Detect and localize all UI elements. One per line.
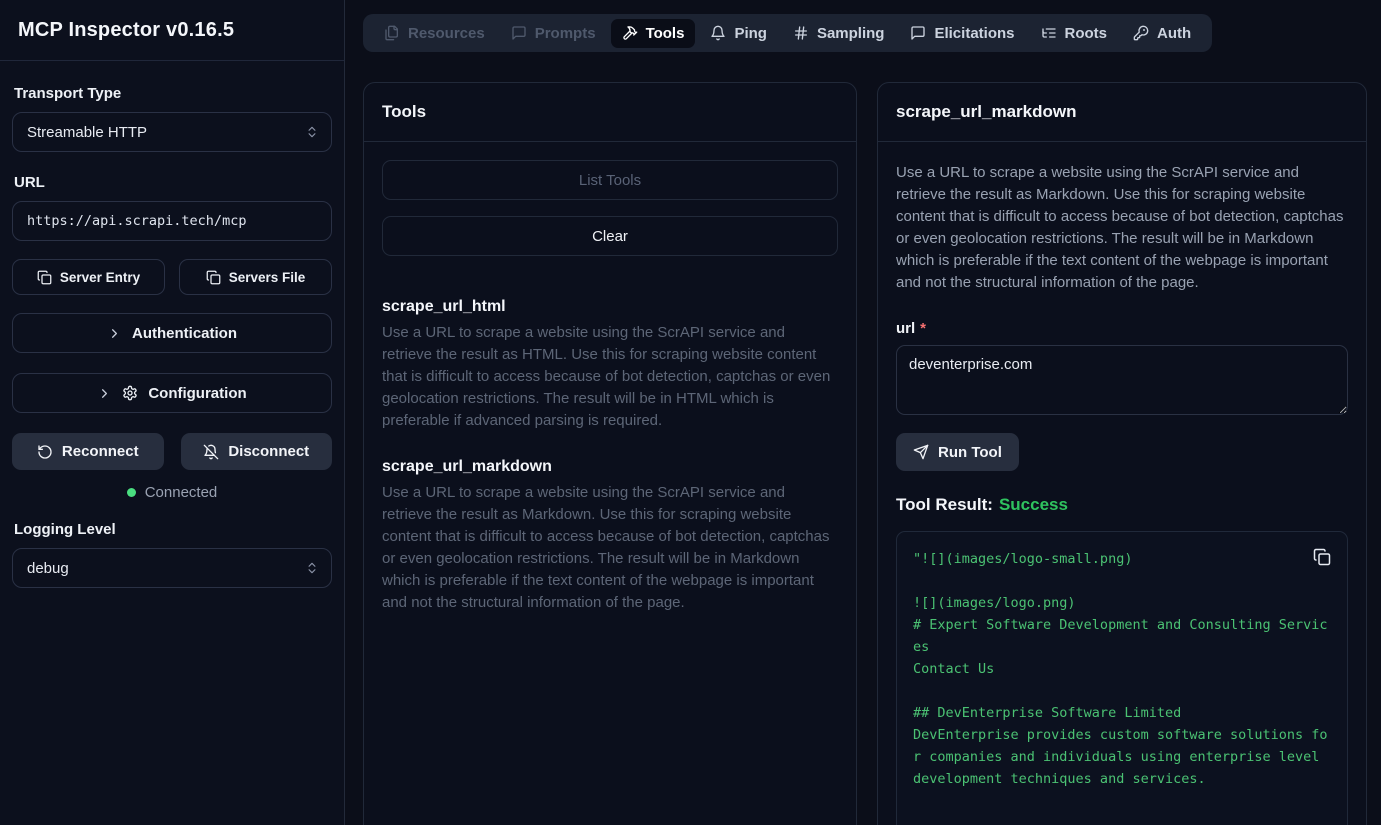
reconnect-button[interactable]: Reconnect xyxy=(12,433,164,470)
hammer-icon xyxy=(622,25,638,41)
sidebar-header: MCP Inspector v0.16.5 xyxy=(0,0,344,61)
tools-panel-header: Tools xyxy=(364,83,856,142)
disconnect-button[interactable]: Disconnect xyxy=(181,433,333,470)
sidebar: MCP Inspector v0.16.5 Transport Type Str… xyxy=(0,0,345,825)
tab-tools[interactable]: Tools xyxy=(611,19,696,48)
server-entry-label: Server Entry xyxy=(60,270,140,285)
tab-label: Roots xyxy=(1065,25,1108,42)
connection-status: Connected xyxy=(12,484,332,501)
copy-result-button[interactable] xyxy=(1311,546,1333,571)
rotate-ccw-icon xyxy=(37,444,53,460)
message-square-icon xyxy=(910,25,926,41)
chevrons-up-down-icon xyxy=(305,561,319,575)
content-panels: Tools List Tools Clear scrape_url_html U… xyxy=(363,82,1367,825)
servers-file-button[interactable]: Servers File xyxy=(179,259,332,295)
authentication-label: Authentication xyxy=(132,325,237,342)
tab-prompts[interactable]: Prompts xyxy=(500,19,607,48)
logging-level-value: debug xyxy=(27,560,69,577)
tab-label: Ping xyxy=(734,25,767,42)
tool-description: Use a URL to scrape a website using the … xyxy=(382,322,838,432)
tools-panel-title: Tools xyxy=(382,102,838,122)
files-icon xyxy=(384,25,400,41)
param-name: url xyxy=(896,320,915,337)
bell-off-icon xyxy=(203,444,219,460)
tab-label: Sampling xyxy=(817,25,885,42)
sidebar-content: Transport Type Streamable HTTP URL Serve… xyxy=(0,61,344,588)
tool-name: scrape_url_markdown xyxy=(382,458,838,476)
server-buttons-row: Server Entry Servers File xyxy=(12,259,332,295)
tab-bar: Resources Prompts Tools Ping Sampling El… xyxy=(363,14,1212,52)
chevrons-up-down-icon xyxy=(305,125,319,139)
transport-type-value: Streamable HTTP xyxy=(27,124,147,141)
tool-result-output: "![](images/logo-small.png) ![](images/l… xyxy=(913,548,1331,825)
configuration-toggle[interactable]: Configuration xyxy=(12,373,332,413)
tab-label: Auth xyxy=(1157,25,1191,42)
tab-elicitations[interactable]: Elicitations xyxy=(899,19,1025,48)
disconnect-label: Disconnect xyxy=(228,443,309,460)
tool-detail-body: Use a URL to scrape a website using the … xyxy=(878,142,1366,825)
tab-ping[interactable]: Ping xyxy=(699,19,778,48)
logging-level-select[interactable]: debug xyxy=(12,548,332,588)
url-param-label: url * xyxy=(896,320,1348,337)
logging-level-label: Logging Level xyxy=(14,521,330,538)
tab-resources[interactable]: Resources xyxy=(373,19,496,48)
connection-status-text: Connected xyxy=(145,484,218,501)
connection-buttons-row: Reconnect Disconnect xyxy=(12,433,332,470)
tab-label: Elicitations xyxy=(934,25,1014,42)
tool-result-line: Tool Result: Success xyxy=(896,495,1348,515)
server-entry-button[interactable]: Server Entry xyxy=(12,259,165,295)
key-icon xyxy=(1133,25,1149,41)
tools-panel-body: List Tools Clear scrape_url_html Use a U… xyxy=(364,142,856,632)
copy-icon xyxy=(37,270,52,285)
tool-description: Use a URL to scrape a website using the … xyxy=(382,482,838,614)
url-input[interactable] xyxy=(12,201,332,241)
chevron-right-icon xyxy=(107,326,122,341)
tab-label: Prompts xyxy=(535,25,596,42)
tools-panel: Tools List Tools Clear scrape_url_html U… xyxy=(363,82,857,825)
url-label: URL xyxy=(14,174,330,191)
copy-icon xyxy=(1313,548,1331,566)
tool-item-scrape-url-markdown[interactable]: scrape_url_markdown Use a URL to scrape … xyxy=(382,458,838,614)
tool-result-output-block: "![](images/logo-small.png) ![](images/l… xyxy=(896,531,1348,825)
message-square-icon xyxy=(511,25,527,41)
tab-label: Resources xyxy=(408,25,485,42)
tool-detail-title: scrape_url_markdown xyxy=(896,102,1348,122)
main-area: Resources Prompts Tools Ping Sampling El… xyxy=(345,0,1381,825)
tab-sampling[interactable]: Sampling xyxy=(782,19,896,48)
clear-button[interactable]: Clear xyxy=(382,216,838,256)
hash-icon xyxy=(793,25,809,41)
chevron-right-icon xyxy=(97,386,112,401)
tool-detail-description: Use a URL to scrape a website using the … xyxy=(896,162,1348,294)
tool-name: scrape_url_html xyxy=(382,298,838,316)
transport-type-label: Transport Type xyxy=(14,85,330,102)
app-title: MCP Inspector v0.16.5 xyxy=(18,19,234,42)
tab-label: Tools xyxy=(646,25,685,42)
tool-result-status: Success xyxy=(999,495,1068,514)
run-tool-label: Run Tool xyxy=(938,444,1002,461)
tab-roots[interactable]: Roots xyxy=(1030,19,1119,48)
list-tree-icon xyxy=(1041,25,1057,41)
authentication-toggle[interactable]: Authentication xyxy=(12,313,332,353)
tab-auth[interactable]: Auth xyxy=(1122,19,1202,48)
bell-icon xyxy=(710,25,726,41)
list-tools-button[interactable]: List Tools xyxy=(382,160,838,200)
run-tool-button[interactable]: Run Tool xyxy=(896,433,1019,471)
configuration-label: Configuration xyxy=(148,385,246,402)
transport-type-select[interactable]: Streamable HTTP xyxy=(12,112,332,152)
copy-icon xyxy=(206,270,221,285)
url-textarea[interactable]: deventerprise.com xyxy=(896,345,1348,415)
tool-item-scrape-url-html[interactable]: scrape_url_html Use a URL to scrape a we… xyxy=(382,298,838,432)
connected-dot-icon xyxy=(127,488,136,497)
reconnect-label: Reconnect xyxy=(62,443,139,460)
tool-detail-panel: scrape_url_markdown Use a URL to scrape … xyxy=(877,82,1367,825)
servers-file-label: Servers File xyxy=(229,270,306,285)
required-marker: * xyxy=(920,320,926,337)
tool-result-label: Tool Result: xyxy=(896,495,993,514)
gear-icon xyxy=(122,385,138,401)
send-icon xyxy=(913,444,929,460)
tool-detail-header: scrape_url_markdown xyxy=(878,83,1366,142)
